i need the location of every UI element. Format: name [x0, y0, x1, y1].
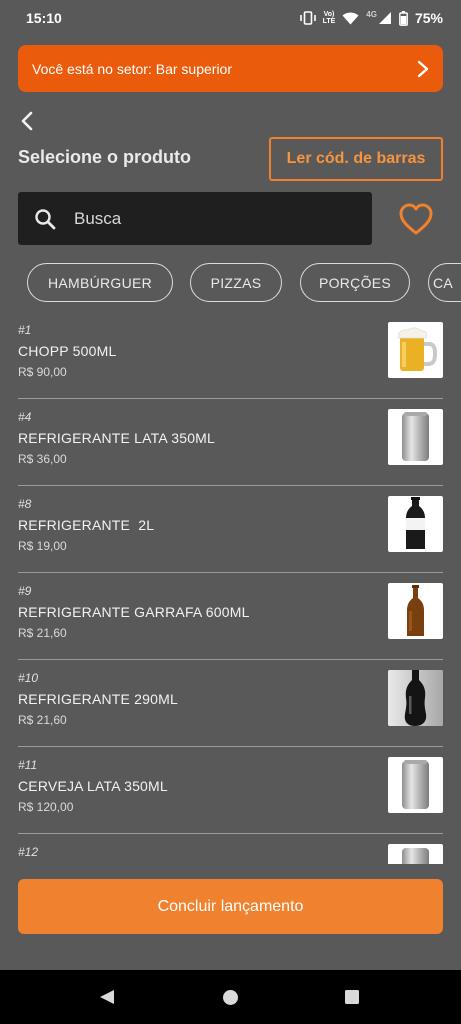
- product-name: REFRIGERANTE LATA 350ML: [18, 430, 216, 446]
- product-list: #1 CHOPP 500ML R$ 90,00 #4 REFRIGERANTE …: [0, 312, 461, 864]
- network-type: 4G: [366, 9, 377, 19]
- android-nav-bar: [0, 970, 461, 1024]
- soda-bottle-icon: [406, 497, 425, 549]
- product-price: R$ 19,00: [18, 539, 67, 553]
- product-number: #1: [18, 323, 32, 337]
- heart-icon[interactable]: [397, 200, 435, 238]
- product-price: R$ 36,00: [18, 452, 67, 466]
- beer-can-icon: [402, 760, 429, 809]
- product-thumbnail: [388, 583, 443, 639]
- volte-icon: Vo) LTE: [322, 11, 336, 25]
- product-number: #11: [18, 758, 38, 772]
- glass-bottle-icon: [388, 670, 443, 726]
- search-placeholder: Busca: [74, 208, 122, 228]
- product-number: #9: [18, 584, 32, 598]
- search-icon: [35, 208, 56, 229]
- nav-recents-icon[interactable]: [344, 989, 360, 1005]
- product-number: #4: [18, 410, 32, 424]
- product-thumbnail: [388, 757, 443, 813]
- chip-porcoes[interactable]: PORÇÕES: [300, 263, 410, 302]
- product-name: REFRIGERANTE 2L: [18, 517, 155, 533]
- page-title: Selecione o produto: [18, 147, 192, 167]
- product-row[interactable]: #9 REFRIGERANTE GARRAFA 600ML R$ 21,60: [18, 573, 443, 660]
- product-row[interactable]: #12: [18, 834, 443, 864]
- beer-mug-icon: [397, 327, 438, 371]
- chip-pizzas[interactable]: PIZZAS: [190, 263, 282, 302]
- sector-banner[interactable]: Você está no setor: Bar superior: [18, 45, 443, 92]
- battery-level: 75%: [414, 10, 443, 26]
- cell-signal-icon: [378, 12, 391, 24]
- wifi-icon: [342, 12, 359, 24]
- sector-banner-label: Você está no setor: Bar superior: [32, 60, 232, 77]
- product-name: REFRIGERANTE 290ML: [18, 691, 178, 707]
- product-thumbnail: [388, 409, 443, 465]
- product-price: R$ 120,00: [18, 800, 74, 814]
- product-number: #12: [18, 845, 39, 859]
- product-row[interactable]: #10 REFRIGERANTE 290ML R$ 21,60: [18, 660, 443, 747]
- product-name: REFRIGERANTE GARRAFA 600ML: [18, 604, 250, 620]
- back-arrow-icon[interactable]: [14, 106, 44, 136]
- product-row[interactable]: #4 REFRIGERANTE LATA 350ML R$ 36,00: [18, 399, 443, 486]
- chevron-right-icon: [417, 60, 429, 77]
- product-thumbnail: [388, 496, 443, 552]
- amber-bottle-icon: [407, 585, 424, 636]
- product-row[interactable]: #1 CHOPP 500ML R$ 90,00: [18, 312, 443, 399]
- product-price: R$ 21,60: [18, 713, 67, 727]
- product-row[interactable]: #8 REFRIGERANTE 2L R$ 19,00: [18, 486, 443, 573]
- status-time: 15:10: [26, 10, 62, 26]
- nav-back-icon[interactable]: [98, 988, 116, 1006]
- product-number: #8: [18, 497, 32, 511]
- product-name: CERVEJA LATA 350ML: [18, 778, 168, 794]
- product-thumbnail: [388, 322, 443, 378]
- chip-partial[interactable]: CA: [428, 263, 461, 302]
- product-row[interactable]: #11 CERVEJA LATA 350ML R$ 120,00: [18, 747, 443, 834]
- product-price: R$ 90,00: [18, 365, 67, 379]
- product-number: #10: [18, 671, 39, 685]
- vibrate-icon: [299, 11, 316, 25]
- category-chips: HAMBÚRGUER PIZZAS PORÇÕES CA: [27, 263, 461, 303]
- product-thumbnail: [388, 844, 443, 864]
- can-icon: [402, 848, 429, 864]
- product-price: R$ 21,60: [18, 626, 67, 640]
- status-icons: Vo) LTE 4G 75%: [299, 9, 443, 26]
- nav-home-icon[interactable]: [222, 989, 239, 1006]
- conclude-launch-button[interactable]: Concluir lançamento: [18, 879, 443, 934]
- search-input[interactable]: Busca: [18, 192, 372, 245]
- soda-can-icon: [402, 412, 429, 461]
- read-barcode-button[interactable]: Ler cód. de barras: [269, 137, 443, 181]
- chip-hamburguer[interactable]: HAMBÚRGUER: [27, 263, 173, 302]
- product-thumbnail: [388, 670, 443, 726]
- product-name: CHOPP 500ML: [18, 343, 117, 359]
- status-bar: 15:10 Vo) LTE 4G 75%: [0, 0, 461, 36]
- battery-icon: [399, 10, 408, 26]
